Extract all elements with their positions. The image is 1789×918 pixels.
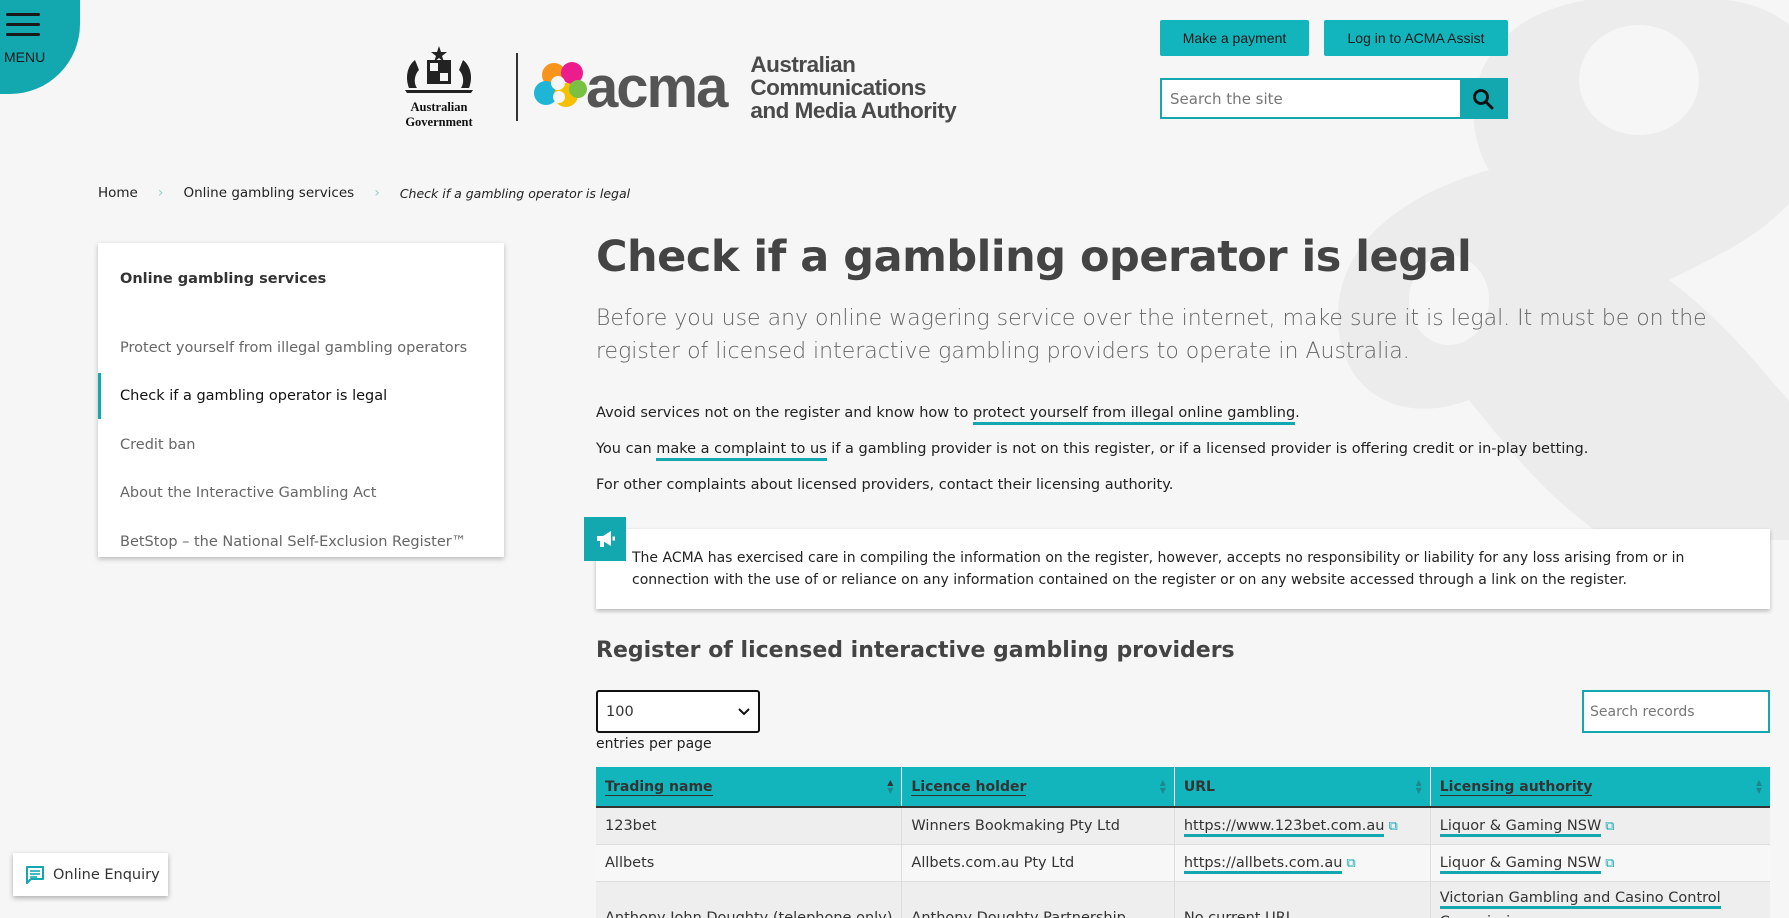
make-payment-button[interactable]: Make a payment (1160, 20, 1309, 56)
make-complaint-link[interactable]: make a complaint to us (656, 441, 827, 461)
lead-paragraph: Before you use any online wagering servi… (596, 306, 1707, 364)
entries-selected-value: 100 (606, 703, 634, 720)
site-logo[interactable]: Australian Government acma Australian Co… (376, 44, 957, 130)
menu-label: MENU (4, 49, 46, 65)
acma-wordmark: acma (586, 54, 728, 120)
chat-icon (26, 865, 44, 884)
cell-licensing-authority: Liquor & Gaming NSW ⧉ (1429, 807, 1770, 845)
sidebar-item-protect-yourself[interactable]: Protect yourself from illegal gambling o… (98, 325, 504, 371)
paragraph-other-complaints: For other complaints about licensed prov… (596, 477, 1174, 493)
breadcrumb-home[interactable]: Home (98, 185, 138, 201)
licensing-authority-link[interactable]: Liquor & Gaming NSW (1439, 817, 1602, 837)
sort-icon: ▲ ▼ (1755, 778, 1762, 795)
register-table: Trading name ▲ ▼ Licence holder ▲ ▼ URL ▲ ▼ Li… (596, 767, 1770, 918)
site-search (1160, 78, 1508, 119)
page-title: Check if a gambling operator is legal (596, 232, 1472, 282)
chevron-down-icon (738, 707, 750, 715)
disclaimer-notice: The ACMA has exercised care in compiling… (584, 517, 1770, 609)
menu-button[interactable]: MENU (0, 0, 80, 94)
cell-url: No current URL (1173, 881, 1431, 918)
government-label: Australian Government (405, 100, 473, 129)
disclaimer-text: The ACMA has exercised care in compiling… (632, 550, 1685, 588)
entries-per-page-label: entries per page (596, 736, 712, 752)
sidebar-item-interactive-gambling-act[interactable]: About the Interactive Gambling Act (98, 470, 504, 516)
site-search-input[interactable] (1162, 80, 1460, 117)
logo-divider (516, 53, 518, 121)
paragraph-complaint: You can make a complaint to us if a gamb… (596, 441, 1588, 461)
cell-licensing-authority: Liquor & Gaming NSW ⧉ (1429, 844, 1770, 882)
sidebar-title[interactable]: Online gambling services (120, 271, 326, 287)
table-header-row: Trading name ▲ ▼ Licence holder ▲ ▼ URL ▲ ▼ Li… (596, 767, 1770, 808)
online-enquiry-button[interactable]: Online Enquiry (13, 853, 168, 896)
megaphone-icon (584, 517, 626, 561)
breadcrumb: Home › Online gambling services › Check … (98, 185, 630, 201)
entries-per-page-select[interactable]: 100 (596, 690, 760, 733)
external-link-icon: ⧉ (1388, 818, 1398, 834)
table-row: Allbets Allbets.com.au Pty Ltd https://a… (596, 844, 1770, 882)
sidebar-item-credit-ban[interactable]: Credit ban (98, 422, 504, 468)
sidebar-item-betstop[interactable]: BetStop – the National Self-Exclusion Re… (98, 519, 504, 565)
cell-trading-name: Anthony John Doughty (telephone only) (596, 881, 902, 918)
cell-licensing-authority: Victorian Gambling and Casino Control Co… (1429, 881, 1770, 918)
hamburger-icon (6, 13, 40, 43)
breadcrumb-separator-icon: › (374, 185, 380, 201)
search-button[interactable] (1460, 80, 1506, 117)
breadcrumb-separator-icon: › (157, 185, 164, 201)
australian-government-crest: Australian Government (376, 44, 502, 130)
section-sidebar: Online gambling services Protect yoursel… (98, 243, 504, 557)
login-acma-assist-button[interactable]: Log in to ACMA Assist (1324, 20, 1508, 56)
column-header-trading-name[interactable]: Trading name ▲ ▼ (596, 767, 902, 808)
licensing-authority-link[interactable]: Liquor & Gaming NSW (1439, 854, 1602, 874)
register-heading: Register of licensed interactive gamblin… (596, 638, 1235, 663)
column-header-licence-holder[interactable]: Licence holder ▲ ▼ (901, 767, 1175, 808)
cell-url: https://allbets.com.au ⧉ (1173, 844, 1431, 882)
cell-trading-name: 123bet (596, 807, 902, 845)
column-header-licensing-authority[interactable]: Licensing authority ▲ ▼ (1429, 767, 1770, 808)
table-row: Anthony John Doughty (telephone only) An… (596, 881, 1770, 918)
cell-trading-name: Allbets (596, 844, 902, 882)
external-link-icon: ⧉ (1532, 915, 1541, 918)
licensing-authority-link[interactable]: Victorian Gambling and Casino Control Co… (1439, 889, 1721, 918)
external-link-icon: ⧉ (1346, 855, 1356, 871)
breadcrumb-section[interactable]: Online gambling services (183, 185, 354, 201)
table-row: 123bet Winners Bookmaking Pty Ltd https:… (596, 807, 1770, 845)
acma-full-name: Australian Communications and Media Auth… (750, 51, 957, 123)
cell-licence-holder: Winners Bookmaking Pty Ltd (901, 807, 1175, 845)
online-enquiry-label: Online Enquiry (53, 866, 160, 883)
cell-licence-holder: Allbets.com.au Pty Ltd (901, 844, 1175, 882)
sort-icon: ▲ ▼ (1415, 778, 1422, 795)
operator-url-link[interactable]: https://www.123bet.com.au (1183, 817, 1385, 837)
sidebar-item-check-operator[interactable]: Check if a gambling operator is legal (98, 373, 504, 419)
acma-eight-icon (534, 62, 587, 107)
sort-ascending-icon: ▲ ▼ (887, 778, 894, 795)
operator-url-link[interactable]: https://allbets.com.au (1183, 854, 1343, 874)
search-icon (1473, 88, 1494, 109)
external-link-icon: ⧉ (1605, 818, 1615, 834)
cell-url: https://www.123bet.com.au ⧉ (1173, 807, 1431, 845)
sort-icon: ▲ ▼ (1159, 778, 1166, 795)
records-search-input[interactable] (1584, 692, 1768, 731)
external-link-icon: ⧉ (1605, 855, 1615, 871)
cell-licence-holder: Anthony Doughty Partnership (901, 881, 1175, 918)
breadcrumb-current: Check if a gambling operator is legal (399, 185, 631, 201)
records-search (1582, 690, 1770, 733)
column-header-url[interactable]: URL ▲ ▼ (1173, 767, 1431, 808)
paragraph-avoid-services: Avoid services not on the register and k… (596, 405, 1300, 425)
protect-yourself-link[interactable]: protect yourself from illegal online gam… (972, 405, 1296, 425)
coat-of-arms-icon (405, 46, 473, 93)
